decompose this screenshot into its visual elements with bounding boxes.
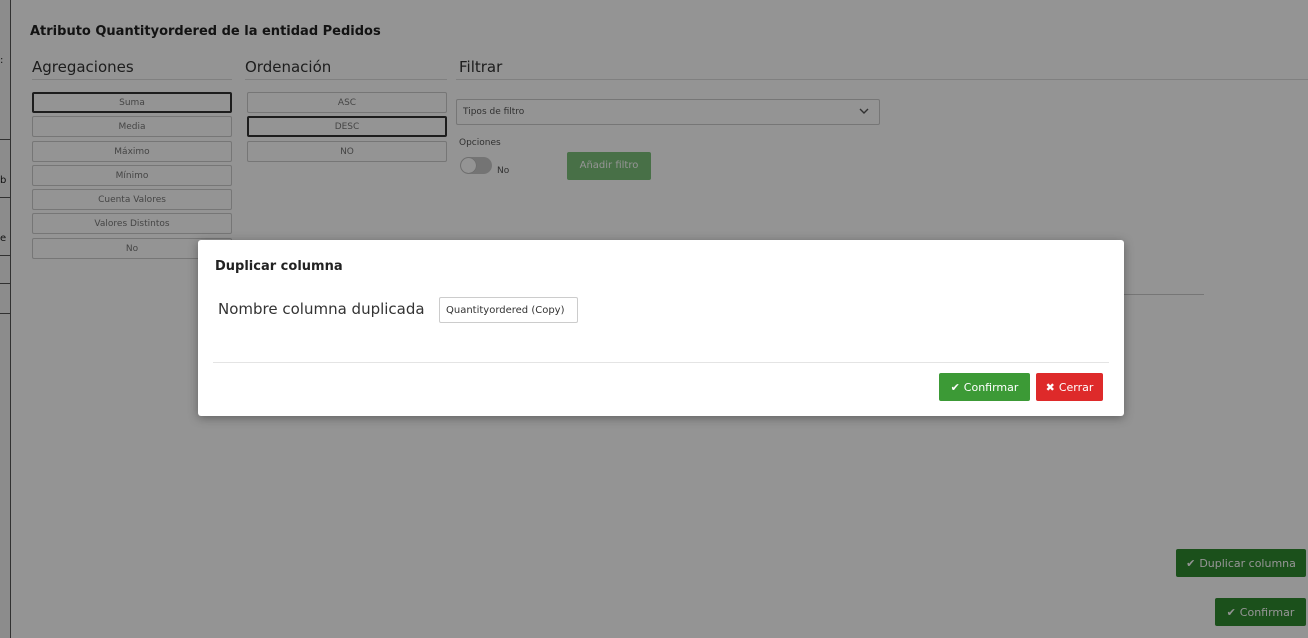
dialog-confirm-button[interactable]: ✔ Confirmar (939, 373, 1030, 401)
duplicate-name-label: Nombre columna duplicada (218, 300, 425, 318)
dialog-close-button[interactable]: ✖ Cerrar (1036, 373, 1103, 401)
check-icon: ✔ (950, 380, 960, 394)
dialog-close-label: Cerrar (1058, 380, 1094, 394)
dialog-confirm-label: Confirmar (963, 380, 1019, 394)
dialog-title: Duplicar columna (215, 259, 343, 274)
dialog-footer-divider (213, 362, 1109, 363)
times-icon: ✖ (1045, 380, 1055, 394)
duplicate-name-input[interactable] (439, 297, 578, 323)
duplicate-column-dialog: Duplicar columna Nombre columna duplicad… (198, 240, 1124, 416)
